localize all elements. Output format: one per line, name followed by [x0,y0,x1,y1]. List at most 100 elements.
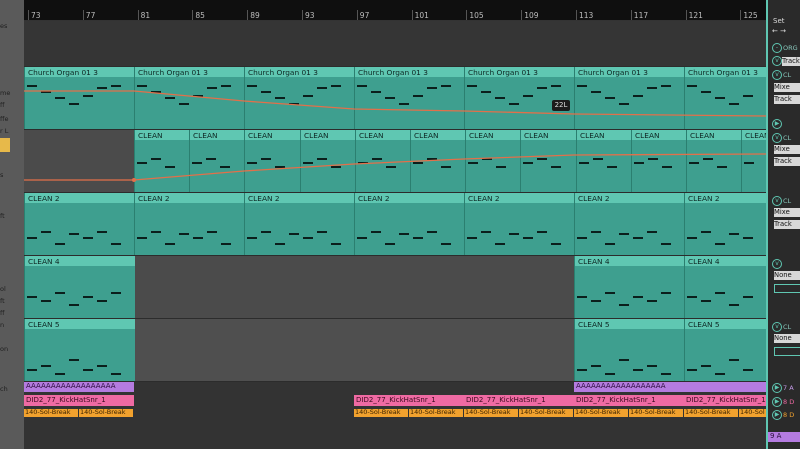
bar-tick [521,10,523,20]
midi-note [701,365,711,367]
clip-body[interactable] [24,203,135,255]
clip-label: 140-Sol-Break [355,409,401,416]
fold-toggle[interactable]: v [772,70,782,80]
midi-note [331,243,341,245]
left-label: ffe [0,115,9,123]
clip-label: 140-Sol-Break [740,409,765,416]
fold-toggle[interactable]: ▶ [772,410,782,420]
track-label: CL [783,197,792,205]
clip-body[interactable] [684,203,767,255]
clip-header[interactable]: CLEAN 5 [24,319,135,329]
fold-toggle[interactable]: v [772,133,782,143]
clip-label: AAAAAAAAAAAAAAAAAA [576,382,666,390]
clip-body[interactable] [464,203,575,255]
bar-tick [411,10,413,20]
fold-toggle[interactable]: v [772,196,782,206]
set-nav-arrows[interactable]: ← → [772,28,786,35]
midi-note [27,296,37,298]
midi-note [427,231,437,233]
midi-note [111,292,121,294]
left-label: n [0,321,5,329]
bar-tick [630,10,632,20]
break-clip[interactable]: 140-Sol-Break [464,409,518,417]
clip-body[interactable] [574,203,685,255]
clip-header[interactable]: CLEAN 4 [574,256,685,266]
midi-note [97,365,107,367]
input-slot[interactable] [774,284,800,293]
drum-clip[interactable]: DID2_77_KickHatSnr_1 [354,395,464,406]
clip-body[interactable] [244,203,355,255]
left-label: s [0,171,4,179]
pattern-clip[interactable]: AAAAAAAAAAAAAAAAAA [574,382,766,392]
clip-header[interactable]: CLEAN 4 [684,256,767,266]
bar-tick [82,10,84,20]
midi-note [687,237,697,239]
clip-header[interactable]: CLEAN 5 [574,319,685,329]
clip-body[interactable] [134,203,245,255]
mixer-btn[interactable]: Mixe [774,83,800,92]
empty-region [134,319,574,381]
fold-toggle[interactable]: ▶ [772,397,782,407]
break-clip[interactable]: 140-Sol-Break [409,409,463,417]
mixer-btn[interactable]: Mixe [774,208,800,217]
input-slot[interactable] [774,347,800,356]
play-icon[interactable]: ▶ [772,119,782,129]
midi-note [591,365,601,367]
clip-body[interactable] [684,266,767,318]
track-btn[interactable]: Track [774,95,800,104]
drum-clip[interactable]: DID2_77_KickHatSnr_1 [684,395,766,406]
fold-toggle[interactable]: - [772,43,782,53]
midi-note [729,359,739,361]
drum-clip[interactable]: DID2_77_KickHatSnr_1 [24,395,134,406]
track-label: CL [783,71,792,79]
break-clip[interactable]: 140-Sol-Break [24,409,78,417]
fold-toggle[interactable]: v [772,259,782,269]
break-clip[interactable]: 140-Sol-Break [574,409,628,417]
clip-header[interactable]: CLEAN 5 [684,319,767,329]
timeline-ruler[interactable]: 73 77 81 85 89 93 97 101 105 109 113 117 121 125 [24,0,766,21]
track-btn[interactable]: Track [782,57,800,66]
midi-note [619,359,629,361]
midi-note [193,237,203,239]
break-clip[interactable]: 140-Sol-Break [519,409,573,417]
return-track[interactable]: 9 A [768,432,800,442]
track-btn[interactable]: Track [774,157,800,166]
midi-note [27,369,37,371]
track-header-panel: es me ff ffe r L s ft ol ft ff n on ch [0,0,24,449]
midi-note [137,237,147,239]
drum-clip[interactable]: DID2_77_KickHatSnr_1 [574,395,684,406]
clip-header[interactable]: CLEAN 4 [24,256,135,266]
clip-label: 140-Sol-Break [630,409,676,416]
break-clip[interactable]: 140-Sol-Break [629,409,683,417]
midi-note [701,231,711,233]
track-selected-indicator[interactable] [0,138,10,152]
fold-toggle[interactable]: v [772,56,782,66]
clip-label: 140-Sol-Break [685,409,731,416]
master-lane [24,21,766,66]
pattern-clip[interactable]: AAAAAAAAAAAAAAAAAA [24,382,134,392]
midi-note [577,296,587,298]
bar-number: 113 [579,11,594,20]
bar-tick [356,10,358,20]
left-label: me [0,89,11,97]
fold-toggle[interactable]: v [772,322,782,332]
mixer-btn[interactable]: Mixe [774,145,800,154]
break-clip[interactable]: 140-Sol-Break [354,409,408,417]
midi-note [385,243,395,245]
break-clip[interactable]: 140-Sol-Break [739,409,766,417]
left-label: ol [0,285,6,293]
fold-toggle[interactable]: ▶ [772,383,782,393]
input-select[interactable]: None [774,334,800,343]
midi-note [633,296,643,298]
midi-note [69,304,79,306]
bar-tick [137,10,139,20]
automation-envelopes[interactable] [24,67,766,197]
drum-clip[interactable]: DID2_77_KickHatSnr_1 [464,395,574,406]
clip-body[interactable] [684,329,767,381]
input-select[interactable]: None [774,271,800,280]
track-btn[interactable]: Track [774,220,800,229]
clip-body[interactable] [354,203,465,255]
bar-number: 89 [250,11,260,20]
break-clip[interactable]: 140-Sol-Break [79,409,133,417]
break-clip[interactable]: 140-Sol-Break [684,409,738,417]
